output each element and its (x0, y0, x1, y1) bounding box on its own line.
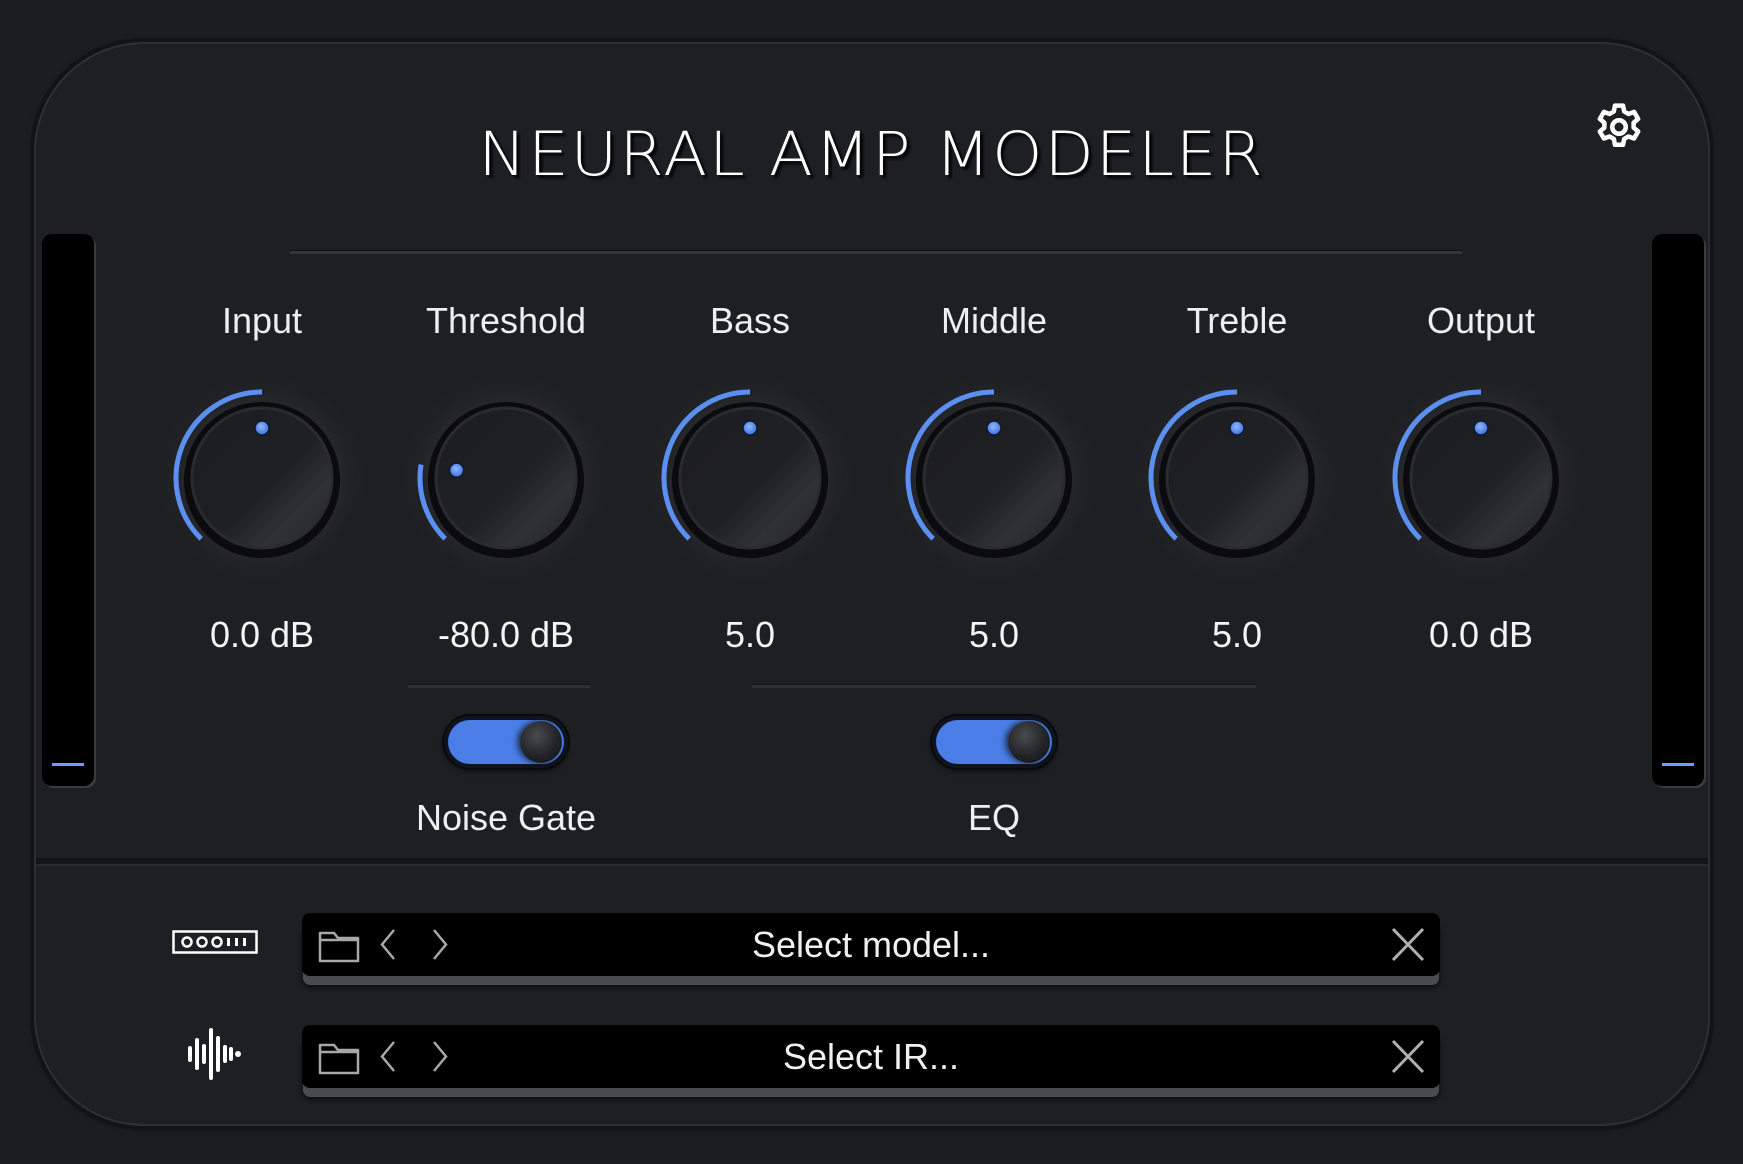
knob-pointer-dot (254, 420, 270, 436)
noise-gate-separator (408, 684, 590, 688)
knob-pointer-dot (742, 420, 758, 436)
model-selector[interactable]: Select model... (302, 913, 1440, 976)
noise-gate-thumb (520, 721, 562, 763)
knob-label-bass: Bass (709, 300, 791, 341)
ir-clear-icon[interactable] (1388, 1025, 1428, 1088)
knob-label-threshold: Threshold (425, 300, 587, 341)
knob-value-bass: 5.0 (724, 614, 776, 655)
amp-head-icon (172, 930, 258, 954)
knob-pointer-dot (448, 462, 465, 478)
knob-label-treble: Treble (1186, 300, 1288, 341)
knob-value-input: 0.0 dB (209, 614, 315, 655)
model-clear-icon[interactable] (1388, 913, 1428, 976)
output-level-meter (1652, 234, 1704, 786)
eq-thumb (1008, 721, 1050, 763)
knob-label-middle: Middle (940, 300, 1048, 341)
noise-gate-label: Noise Gate (415, 797, 597, 838)
title-separator (290, 250, 1462, 254)
knob-pointer-dot (1473, 420, 1489, 436)
knob-value-treble: 5.0 (1211, 614, 1263, 655)
eq-separator (752, 684, 1256, 688)
noise-gate-toggle[interactable] (444, 716, 568, 768)
knob-face (434, 406, 578, 550)
knob-dial-threshold[interactable] (396, 368, 616, 588)
ir-prev-icon[interactable] (374, 1025, 404, 1088)
knob-dial-input[interactable] (152, 368, 372, 588)
section-divider (36, 858, 1708, 866)
knob-label-output: Output (1426, 300, 1536, 341)
app-title: NEURAL AMP MODELER (478, 119, 1265, 191)
eq-toggle[interactable] (932, 716, 1056, 768)
output-meter-level (1662, 763, 1694, 766)
knob-dial-bass[interactable] (640, 368, 860, 588)
ir-selector[interactable]: Select IR... (302, 1025, 1440, 1088)
knob-pointer-dot (1229, 420, 1245, 436)
ir-selector-text: Select IR... (782, 1036, 960, 1077)
knob-value-threshold: -80.0 dB (437, 614, 575, 655)
knob-dial-output[interactable] (1371, 368, 1591, 588)
ir-next-icon[interactable] (424, 1025, 454, 1088)
knob-dial-middle[interactable] (884, 368, 1104, 588)
model-next-icon[interactable] (424, 913, 454, 976)
input-level-meter (42, 234, 94, 786)
knob-value-output: 0.0 dB (1428, 614, 1534, 655)
knob-dial-treble[interactable] (1127, 368, 1347, 588)
gear-icon[interactable] (1592, 100, 1646, 154)
model-folder-icon[interactable] (316, 913, 362, 976)
eq-label: EQ (967, 797, 1020, 838)
model-prev-icon[interactable] (374, 913, 404, 976)
knob-label-input: Input (221, 300, 303, 341)
knob-pointer-dot (986, 420, 1002, 436)
model-selector-text: Select model... (751, 924, 991, 965)
knob-value-middle: 5.0 (968, 614, 1020, 655)
input-meter-level (52, 763, 84, 766)
waveform-icon (188, 1028, 241, 1080)
ir-folder-icon[interactable] (316, 1025, 362, 1088)
